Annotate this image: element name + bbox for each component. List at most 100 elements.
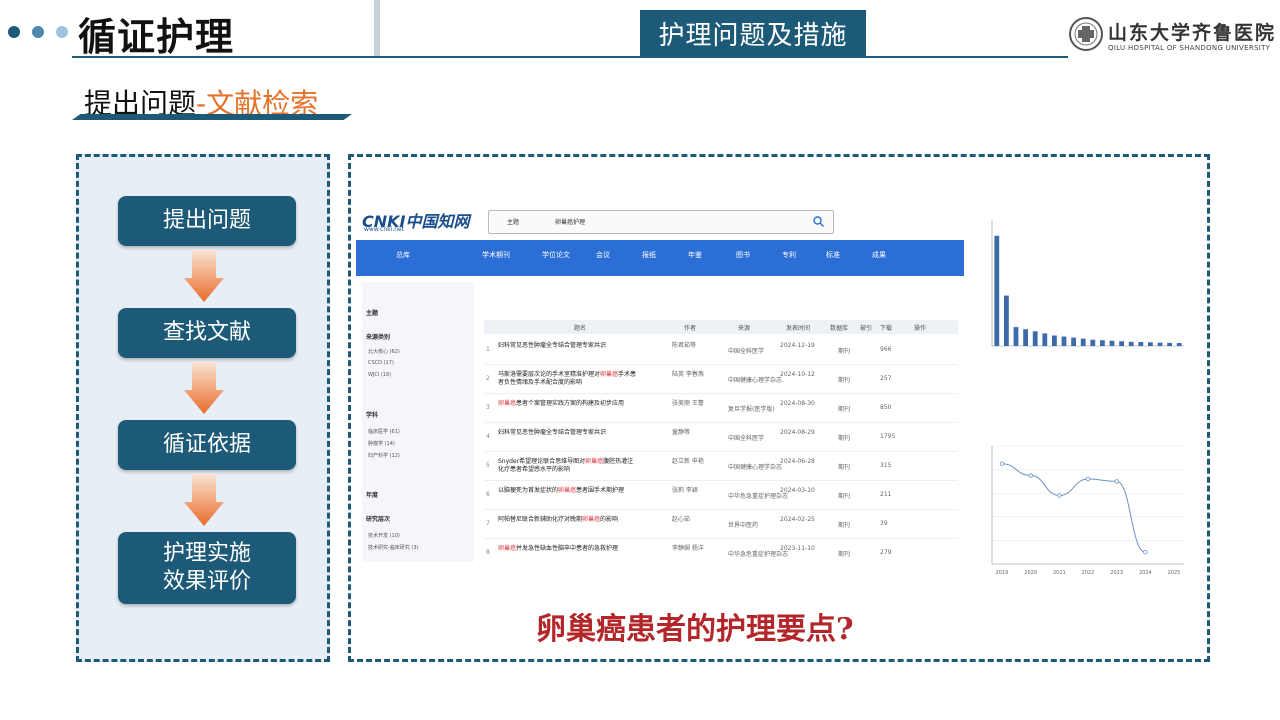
title-text: 患者围手术期护理 — [576, 487, 625, 494]
filter-option[interactable]: 临床医学 (61) — [368, 428, 400, 435]
article-source[interactable]: 中国健康心理学杂志 — [728, 462, 782, 471]
bar — [1128, 341, 1134, 346]
article-authors[interactable]: 陈君茹等 — [672, 342, 722, 350]
article-date: 2024-03-10 — [780, 487, 815, 494]
title-text: 以脑梗死为首发症状的 — [498, 487, 559, 494]
filter-heading[interactable]: 来源类别 — [366, 332, 390, 341]
result-row[interactable]: 7 阿帕替尼联合新辅助化疗对晚期卵巢癌的影响 赵心茹 世界中医药 2024-02-25 期… — [484, 510, 958, 539]
column-header: 被引 — [860, 325, 873, 332]
article-source[interactable]: 中国全科医学 — [728, 433, 764, 442]
article-source[interactable]: 中国全科医学 — [728, 346, 764, 355]
article-authors[interactable]: 赵立新 申艳 — [672, 458, 722, 466]
article-authors[interactable]: 张莉 李颖 — [672, 487, 722, 495]
article-date: 2024-02-25 — [780, 516, 815, 523]
nav-item[interactable]: 成果 — [872, 250, 886, 260]
down-arrow-icon — [184, 362, 224, 414]
bar — [994, 235, 1000, 346]
article-downloads: 211 — [880, 491, 892, 498]
nav-item[interactable]: 总库 — [396, 250, 410, 260]
bar — [1119, 341, 1124, 346]
title-highlight: 卵巢癌 — [498, 545, 517, 552]
header-rule — [72, 56, 1068, 58]
hospital-name-en: QILU HOSPITAL OF SHANDONG UNIVERSITY — [1108, 44, 1271, 52]
nav-item[interactable]: 学位论文 — [542, 250, 570, 260]
article-title-link[interactable]: 以脑梗死为首发症状的卵巢癌患者围手术期护理 — [498, 487, 638, 495]
search-scope[interactable]: 主题 — [507, 217, 519, 226]
bar — [1061, 336, 1067, 346]
bar — [1100, 340, 1105, 346]
nav-item[interactable]: 会议 — [596, 250, 610, 260]
row-number: 2 — [486, 375, 490, 382]
down-arrow-icon — [184, 474, 224, 526]
article-date: 2023-11-10 — [780, 545, 815, 552]
header-dot-2 — [32, 26, 44, 38]
article-downloads: 1795 — [880, 433, 896, 440]
result-row[interactable]: 8 卵巢癌并发急性缺血性脑卒中患者的急救护理 李静娴 杨洋 中华急危重症护理杂志 202… — [484, 539, 958, 562]
article-title-link[interactable]: 马斯洛需要层次论的手术室精准护理对卵巢癌手术患者负性情绪及手术配合度的影响 — [498, 371, 638, 387]
step-implement-evaluate: 护理实施 效果评价 — [118, 532, 296, 604]
data-point — [1085, 476, 1091, 482]
article-authors[interactable]: 童静等 — [672, 429, 722, 437]
article-source[interactable]: 中华急危重症护理杂志 — [728, 549, 788, 558]
article-database: 期刊 — [838, 377, 851, 384]
row-number: 8 — [486, 549, 490, 556]
row-number: 1 — [486, 346, 490, 353]
result-row[interactable]: 4 妇科常见恶性肿瘤全专结合管理专家共识 童静等 中国全科医学 2024-08-29 期刊… — [484, 423, 958, 452]
filter-heading[interactable]: 年度 — [366, 490, 378, 499]
filter-option[interactable]: 北大核心 (62) — [368, 348, 400, 355]
line-chart: 2019 2020 2021 2022 2023 2024 2025 — [991, 445, 1184, 576]
nav-item[interactable]: 报纸 — [642, 250, 656, 260]
section-underline — [72, 114, 352, 120]
article-source[interactable]: 中华危急重症护理杂志 — [728, 491, 788, 500]
article-date: 2024-06-28 — [780, 458, 815, 465]
article-title-link[interactable]: 阿帕替尼联合新辅助化疗对晚期卵巢癌的影响 — [498, 516, 638, 524]
bar — [1023, 329, 1028, 346]
nav-item[interactable]: 图书 — [736, 250, 750, 260]
filter-option[interactable]: 妇产科学 (12) — [368, 452, 400, 459]
filter-heading[interactable]: 研究层次 — [366, 514, 390, 523]
search-input[interactable]: 主题 卵巢癌护理 — [488, 210, 834, 234]
nav-item[interactable]: 学术期刊 — [482, 250, 510, 260]
result-row[interactable]: 1 妇科常见恶性肿瘤全专结合管理专家共识 陈君茹等 中国全科医学 2024-12-19 期… — [484, 336, 958, 365]
article-title-link[interactable]: 卵巢癌并发急性缺血性脑卒中患者的急救护理 — [498, 545, 638, 553]
nav-item[interactable]: 标准 — [826, 250, 840, 260]
article-title-link[interactable]: Snyder希望理论联合思维导图对卵巢癌腹腔热灌注化疗患者希望感水平的影响 — [498, 458, 638, 474]
result-row[interactable]: 3 卵巢癌患者个案管理实践方案的构建及初步应用 张美丽 王蕾 复旦学报(医学版) 202… — [484, 394, 958, 423]
article-source[interactable]: 复旦学报(医学版) — [728, 404, 775, 413]
result-row[interactable]: 6 以脑梗死为首发症状的卵巢癌患者围手术期护理 张莉 李颖 中华危急重症护理杂志 202… — [484, 481, 958, 510]
article-database: 期刊 — [838, 464, 851, 471]
article-title-link[interactable]: 妇科常见恶性肿瘤全专结合管理专家共识 — [498, 342, 638, 350]
topic-tag: 护理问题及措施 — [640, 10, 866, 56]
filter-option[interactable]: 肿瘤学 (14) — [368, 440, 395, 447]
filter-heading[interactable]: 学科 — [366, 410, 378, 419]
filter-option[interactable]: WJCI (16) — [368, 372, 391, 378]
tick-label: 2021 — [1053, 570, 1066, 576]
tick-label: 2019 — [996, 570, 1009, 576]
result-row[interactable]: 2 马斯洛需要层次论的手术室精准护理对卵巢癌手术患者负性情绪及手术配合度的影响 陆英… — [484, 365, 958, 394]
result-row[interactable]: 5 Snyder希望理论联合思维导图对卵巢癌腹腔热灌注化疗患者希望感水平的影响 赵立… — [484, 452, 958, 481]
title-highlight: 卵巢癌 — [585, 458, 604, 465]
title-text: 妇科常见恶性肿瘤全专结合管理专家共识 — [498, 429, 607, 436]
article-source[interactable]: 世界中医药 — [728, 520, 758, 529]
search-icon[interactable] — [813, 216, 824, 227]
filter-option[interactable]: 技术开发 (10) — [368, 532, 400, 539]
filter-heading[interactable]: 主题 — [366, 308, 378, 317]
article-title-link[interactable]: 妇科常见恶性肿瘤全专结合管理专家共识 — [498, 429, 638, 437]
nav-item[interactable]: 年鉴 — [688, 250, 702, 260]
filter-option[interactable]: 技术研究-临床研究 (3) — [368, 544, 418, 551]
article-authors[interactable]: 陆英 李春燕 — [672, 371, 722, 379]
filter-option[interactable]: CSCD (17) — [368, 360, 394, 366]
article-downloads: 279 — [880, 549, 892, 556]
nav-item[interactable]: 专利 — [782, 250, 796, 260]
article-title-link[interactable]: 卵巢癌患者个案管理实践方案的构建及初步应用 — [498, 400, 638, 408]
column-header: 发表时间 — [786, 325, 811, 332]
data-point — [1114, 479, 1119, 484]
article-authors[interactable]: 赵心茹 — [672, 516, 722, 524]
article-authors[interactable]: 李静娴 杨洋 — [672, 545, 722, 553]
article-source[interactable]: 中国健康心理学杂志 — [728, 375, 782, 384]
bar — [1167, 342, 1172, 346]
article-database: 期刊 — [838, 522, 851, 529]
article-downloads: 850 — [880, 404, 892, 411]
bar — [1042, 333, 1048, 346]
article-authors[interactable]: 张美丽 王蕾 — [672, 400, 722, 408]
